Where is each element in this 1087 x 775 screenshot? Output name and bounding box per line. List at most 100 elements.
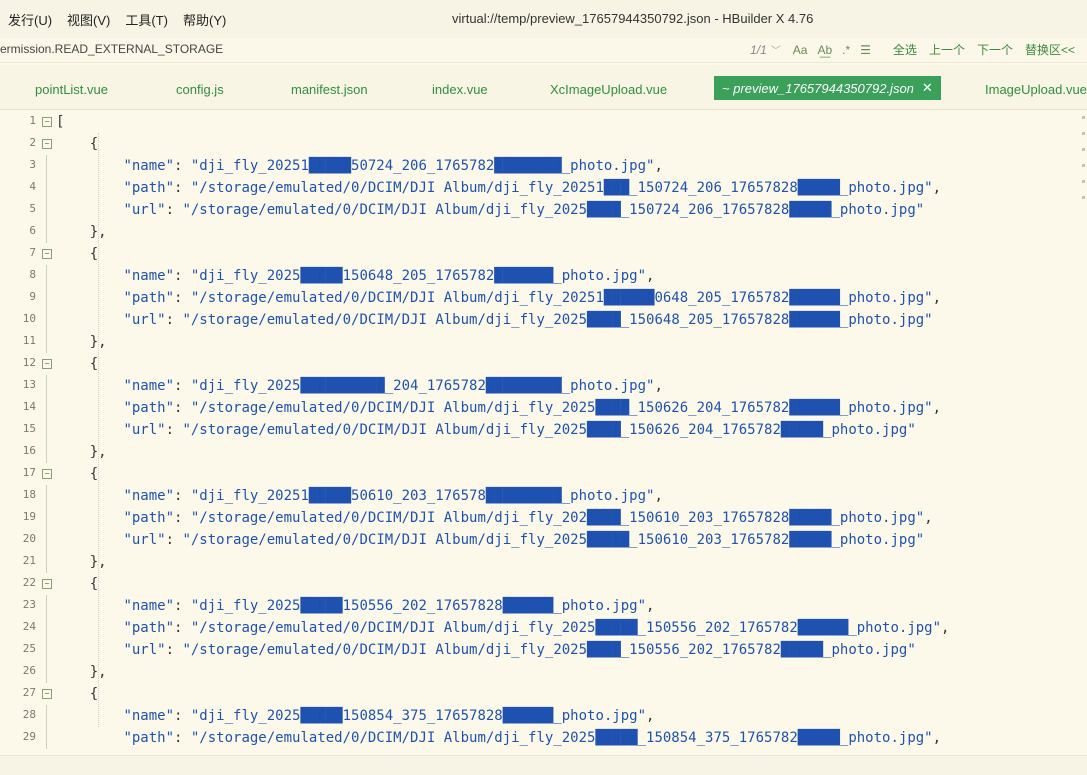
fold-toggle-icon[interactable]: − (42, 139, 52, 149)
line-gutter: 8 (0, 265, 60, 287)
fold-toggle-icon[interactable]: − (42, 469, 52, 479)
line-number: 20 (22, 532, 36, 545)
line-gutter: 27− (0, 683, 60, 705)
find-toolbar: ermission.READ_EXTERNAL_STORAGE 1/1 ﹀ Aa… (0, 38, 1087, 63)
tab-pointlist[interactable]: pointList.vue (35, 77, 108, 101)
code-line: { (56, 246, 99, 262)
tab-preview-json[interactable]: ~ preview_17657944350792.json ✕ (714, 76, 941, 100)
close-icon[interactable]: ✕ (922, 80, 933, 96)
menu-publish[interactable]: 发行(U) (8, 10, 52, 29)
lines-icon[interactable]: ☰ (860, 43, 871, 57)
line-number: 24 (22, 620, 36, 633)
code-line: "name": "dji_fly_2025█████150854_375_176… (123, 708, 655, 724)
fold-guide (46, 287, 47, 309)
code-line: "name": "dji_fly_2025██████████_204_1765… (123, 378, 663, 394)
match-count: 1/1 (750, 42, 767, 57)
status-bar (0, 755, 1087, 775)
fold-guide (46, 265, 47, 287)
fold-toggle-icon[interactable]: − (42, 117, 52, 127)
tab-config[interactable]: config.js (176, 77, 224, 101)
regex-toggle[interactable]: .* (842, 43, 850, 57)
tab-xcimageupload[interactable]: XcImageUpload.vue (550, 77, 667, 101)
line-number: 23 (22, 598, 36, 611)
prev-match-button[interactable]: 上一个 (929, 41, 965, 58)
line-gutter: 15 (0, 419, 60, 441)
line-number: 11 (22, 334, 36, 347)
line-number: 29 (22, 730, 36, 743)
fold-toggle-icon[interactable]: − (42, 249, 52, 259)
line-gutter: 29 (0, 727, 60, 749)
fold-toggle-icon[interactable]: − (42, 359, 52, 369)
line-number: 17 (22, 466, 36, 479)
menu-tools[interactable]: 工具(T) (125, 10, 168, 29)
breadcrumb: ermission.READ_EXTERNAL_STORAGE (0, 42, 224, 56)
code-line: "path": "/storage/emulated/0/DCIM/DJI Al… (123, 730, 942, 746)
line-number: 21 (22, 554, 36, 567)
minimap[interactable] (1077, 110, 1087, 220)
fold-toggle-icon[interactable]: − (42, 579, 52, 589)
fold-guide (46, 617, 47, 639)
line-number: 12 (22, 356, 36, 369)
fold-guide (46, 155, 47, 177)
line-gutter: 3 (0, 155, 60, 177)
code-line: { (56, 136, 99, 152)
tab-imageupload[interactable]: ImageUpload.vue (985, 77, 1087, 101)
fold-guide (46, 639, 47, 661)
code-line: "path": "/storage/emulated/0/DCIM/DJI Al… (123, 510, 933, 526)
code-editor[interactable]: 1−[2− {3 "name": "dji_fly_20251█████5072… (0, 110, 1087, 755)
chevron-down-icon[interactable]: ﹀ (771, 42, 781, 57)
fold-guide (46, 705, 47, 727)
line-gutter: 19 (0, 507, 60, 529)
line-number: 22 (22, 576, 36, 589)
line-number: 25 (22, 642, 36, 655)
line-gutter: 21 (0, 551, 60, 573)
hbuilder-window: 发行(U) 视图(V) 工具(T) 帮助(Y) virtual://temp/p… (0, 0, 1087, 775)
fold-guide (46, 661, 47, 683)
line-number: 27 (22, 686, 36, 699)
line-number: 1 (29, 114, 36, 127)
line-gutter: 28 (0, 705, 60, 727)
fold-guide (46, 397, 47, 419)
code-line: "url": "/storage/emulated/0/DCIM/DJI Alb… (123, 202, 925, 218)
title-bar: 发行(U) 视图(V) 工具(T) 帮助(Y) virtual://temp/p… (0, 0, 1087, 39)
next-match-button[interactable]: 下一个 (977, 41, 1013, 58)
code-line: [ (56, 114, 65, 130)
menu-help[interactable]: 帮助(Y) (183, 10, 226, 29)
fold-guide (46, 507, 47, 529)
code-line: "path": "/storage/emulated/0/DCIM/DJI Al… (123, 290, 942, 306)
line-number: 5 (29, 202, 36, 215)
menu-view[interactable]: 视图(V) (67, 10, 110, 29)
line-gutter: 16 (0, 441, 60, 463)
line-gutter: 18 (0, 485, 60, 507)
code-line: "url": "/storage/emulated/0/DCIM/DJI Alb… (123, 312, 933, 328)
code-line: { (56, 576, 99, 592)
select-all-button[interactable]: 全选 (893, 41, 917, 58)
match-case-toggle[interactable]: Aa (793, 43, 808, 57)
fold-toggle-icon[interactable]: − (42, 689, 52, 699)
line-gutter: 1− (0, 111, 60, 133)
fold-guide (46, 727, 47, 749)
line-gutter: 17− (0, 463, 60, 485)
fold-guide (46, 221, 47, 243)
fold-guide (46, 551, 47, 573)
fold-guide (46, 331, 47, 353)
code-line: "path": "/storage/emulated/0/DCIM/DJI Al… (123, 180, 942, 196)
line-number: 6 (29, 224, 36, 237)
line-gutter: 24 (0, 617, 60, 639)
tab-index[interactable]: index.vue (432, 77, 488, 101)
tab-manifest[interactable]: manifest.json (291, 77, 368, 101)
replace-toggle-button[interactable]: 替换区<< (1025, 41, 1075, 58)
whole-word-toggle[interactable]: A͟b (817, 43, 832, 57)
window-title: virtual://temp/preview_17657944350792.js… (452, 11, 814, 26)
fold-guide (46, 375, 47, 397)
line-gutter: 12− (0, 353, 60, 375)
find-tools: 1/1 ﹀ Aa A͟b .* ☰ 全选 上一个 下一个 替换区<< (750, 41, 1075, 58)
code-line: "name": "dji_fly_2025█████150556_202_176… (123, 598, 655, 614)
fold-guide (46, 199, 47, 221)
line-gutter: 5 (0, 199, 60, 221)
line-gutter: 23 (0, 595, 60, 617)
line-gutter: 9 (0, 287, 60, 309)
line-gutter: 2− (0, 133, 60, 155)
menu-bar: 发行(U) 视图(V) 工具(T) 帮助(Y) (8, 0, 241, 38)
line-number: 3 (29, 158, 36, 171)
